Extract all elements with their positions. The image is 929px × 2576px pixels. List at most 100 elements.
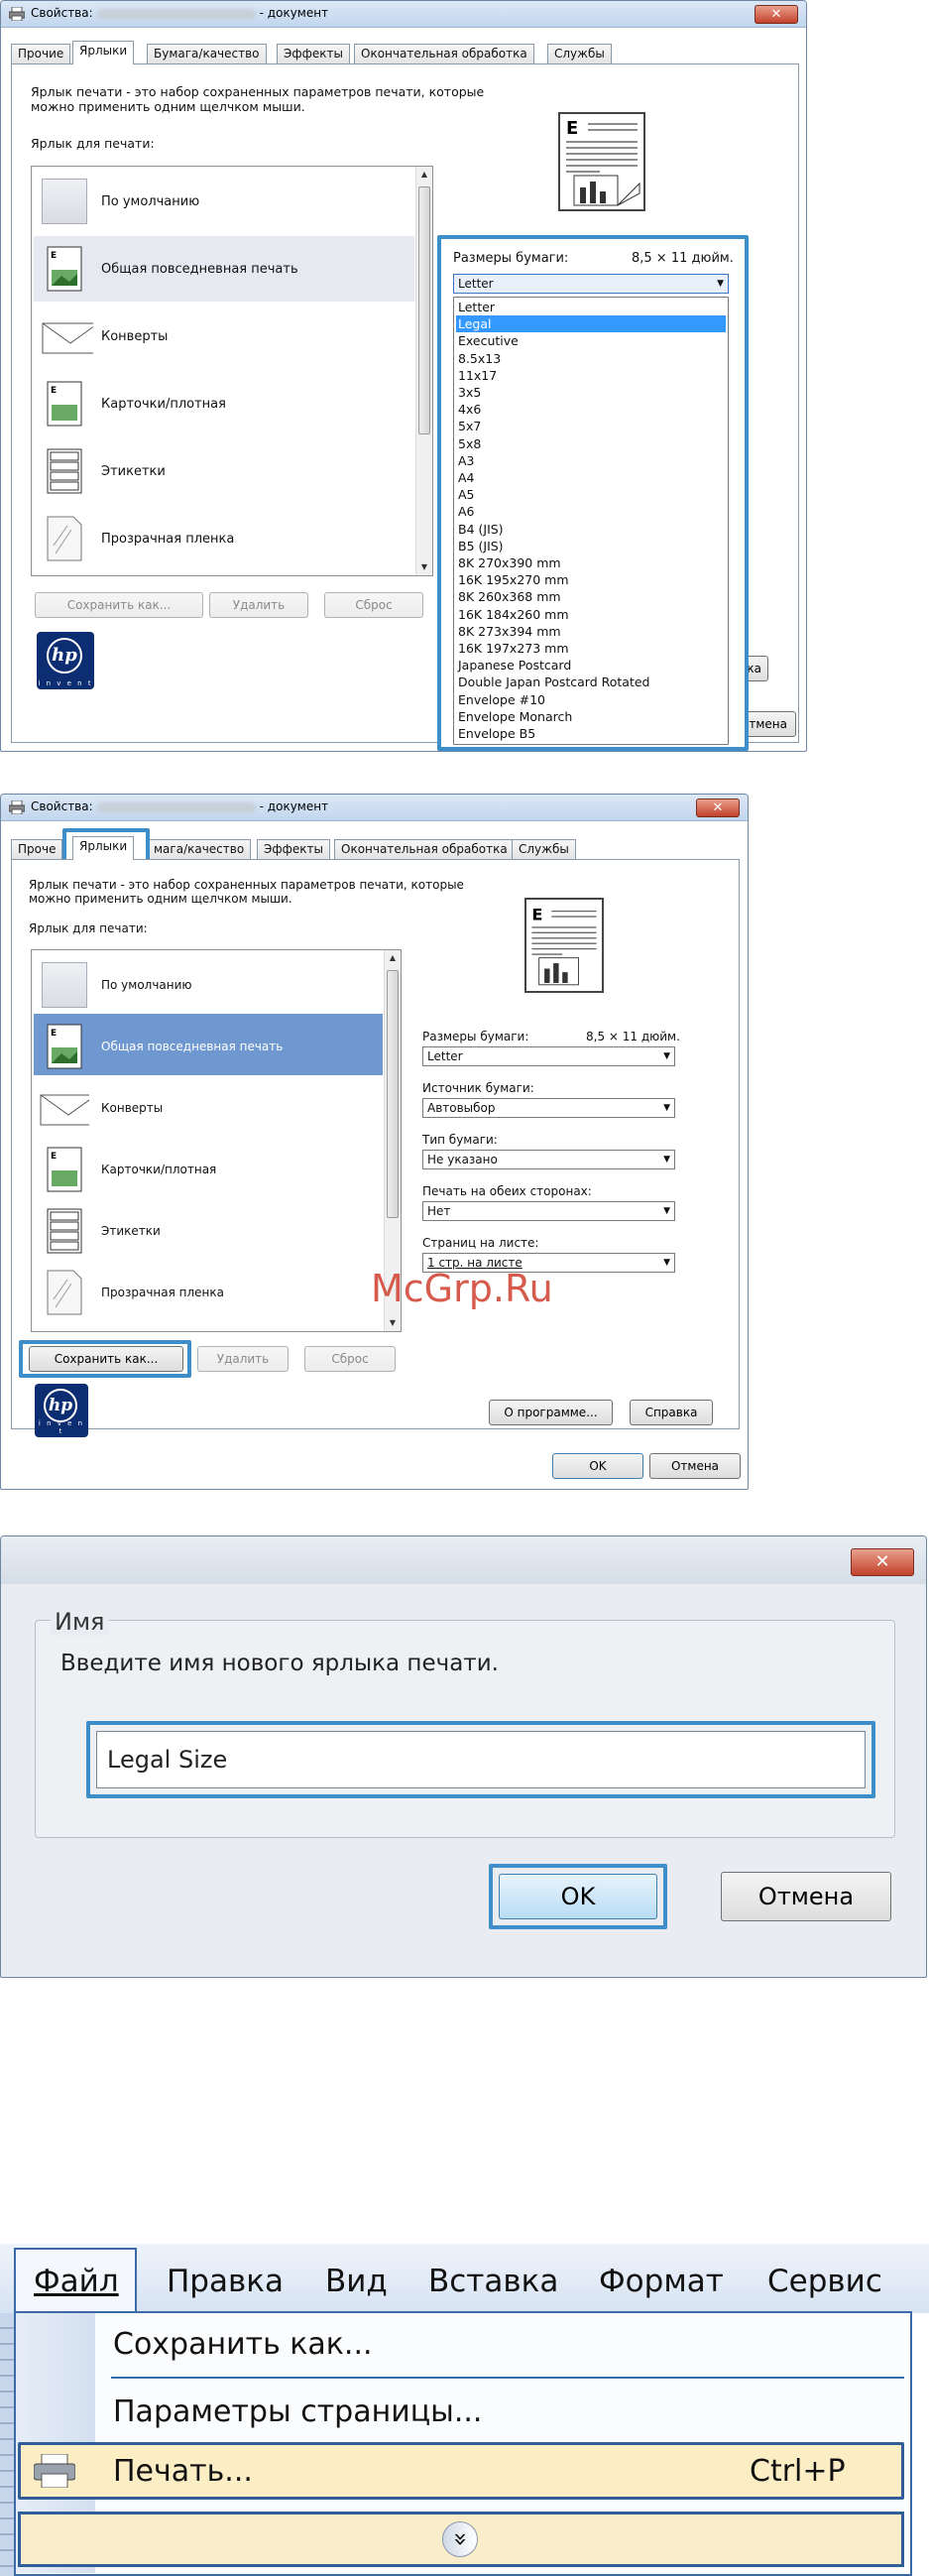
list-item[interactable]: Этикетки bbox=[34, 1198, 383, 1260]
paper-option[interactable]: Letter bbox=[456, 299, 726, 315]
dialog-title-bar bbox=[1, 1536, 926, 1584]
tab-other[interactable]: Прочие bbox=[11, 44, 71, 63]
tab-shortcuts[interactable]: Ярлыки bbox=[72, 41, 135, 64]
paper-option[interactable]: 8.5x13 bbox=[456, 350, 726, 367]
paper-option[interactable]: 8K 260x368 mm bbox=[456, 588, 726, 605]
menu-tools[interactable]: Сервис bbox=[767, 2264, 882, 2299]
menu-view[interactable]: Вид bbox=[325, 2264, 388, 2299]
scroll-down-icon[interactable]: ▼ bbox=[416, 559, 432, 575]
paper-option[interactable]: 8K 273x394 mm bbox=[456, 623, 726, 640]
expand-icon[interactable]: » bbox=[442, 2521, 478, 2557]
scroll-thumb[interactable] bbox=[387, 970, 399, 1218]
scroll-down-icon[interactable]: ▼ bbox=[385, 1315, 401, 1331]
paper-type-dropdown[interactable]: Не указано ▼ bbox=[422, 1150, 675, 1169]
scroll-up-icon[interactable]: ▲ bbox=[385, 950, 401, 966]
paper-option[interactable]: Legal bbox=[456, 315, 726, 333]
hp-mark-icon: hp bbox=[47, 638, 82, 674]
paper-option[interactable]: 8K 270x390 mm bbox=[456, 554, 726, 571]
tab-paper-quality[interactable]: Бумага/качество bbox=[147, 44, 267, 63]
chevron-down-icon: ▼ bbox=[663, 1103, 670, 1113]
about-button[interactable]: О программе... bbox=[489, 1400, 613, 1425]
title-bar: Свойства: - документ ✕ bbox=[1, 795, 748, 821]
list-item[interactable]: Конверты bbox=[34, 1075, 383, 1137]
ok-button[interactable]: OK bbox=[552, 1453, 643, 1479]
list-item[interactable]: По умолчанию bbox=[34, 952, 383, 1014]
list-item[interactable]: E Карточки/плотная bbox=[34, 371, 414, 436]
paper-option[interactable]: Japanese Postcard bbox=[456, 657, 726, 674]
title-bar: Свойства: - документ ✕ bbox=[1, 1, 806, 28]
tab-other[interactable]: Проче bbox=[11, 839, 63, 859]
list-item[interactable]: E Общая повседневная печать bbox=[34, 236, 414, 302]
scrollbar[interactable]: ▲ ▼ bbox=[415, 167, 432, 575]
cancel-button[interactable]: Отмена bbox=[649, 1453, 741, 1479]
svg-text:E: E bbox=[51, 251, 57, 261]
tab-finishing[interactable]: Окончательная обработка bbox=[334, 839, 515, 859]
list-item[interactable]: Этикетки bbox=[34, 438, 414, 504]
list-item[interactable]: Прозрачная пленка bbox=[34, 1260, 383, 1321]
paper-option[interactable]: A5 bbox=[456, 486, 726, 503]
tab-effects[interactable]: Эффекты bbox=[257, 839, 330, 859]
tab-finishing[interactable]: Окончательная обработка bbox=[354, 44, 534, 63]
paper-option[interactable]: 4x6 bbox=[456, 401, 726, 418]
paper-option[interactable]: Double Japan Postcard Rotated bbox=[456, 674, 726, 690]
paper-option[interactable]: Executive bbox=[456, 332, 726, 349]
menu-insert[interactable]: Вставка bbox=[428, 2264, 558, 2299]
close-button[interactable]: ✕ bbox=[851, 1548, 914, 1576]
ok-button[interactable]: OK bbox=[499, 1874, 657, 1919]
reset-button[interactable]: Сброс bbox=[324, 592, 423, 618]
card-stock-icon: E bbox=[47, 381, 82, 427]
tab-effects[interactable]: Эффекты bbox=[277, 44, 350, 63]
paper-size-dropdown[interactable]: Letter ▼ bbox=[422, 1046, 675, 1066]
paper-option[interactable]: Envelope #10 bbox=[456, 691, 726, 708]
list-item[interactable]: E Карточки/плотная bbox=[34, 1137, 383, 1198]
paper-option[interactable]: Envelope B5 bbox=[456, 725, 726, 742]
name-input[interactable]: Legal Size bbox=[96, 1731, 866, 1788]
tab-shortcuts[interactable]: Ярлыки bbox=[72, 836, 135, 860]
chevron-down-icon: ▼ bbox=[663, 1206, 670, 1216]
shortcut-list[interactable]: По умолчанию E Общая повседневная печать … bbox=[31, 949, 402, 1332]
shortcut-list[interactable]: По умолчанию E Общая повседневная печать … bbox=[31, 166, 433, 576]
paper-option[interactable]: Envelope Monarch bbox=[456, 708, 726, 725]
tab-services[interactable]: Службы bbox=[512, 839, 576, 859]
watermark: McGrp.Ru bbox=[371, 1267, 553, 1310]
menu-item-page-setup[interactable]: Параметры страницы... bbox=[113, 2394, 482, 2430]
paper-option[interactable]: 16K 197x273 mm bbox=[456, 640, 726, 657]
reset-button[interactable]: Сброс bbox=[304, 1346, 396, 1372]
duplex-dropdown[interactable]: Нет ▼ bbox=[422, 1201, 675, 1221]
paper-option[interactable]: 16K 184x260 mm bbox=[456, 606, 726, 623]
menu-item-save-as[interactable]: Сохранить как... bbox=[113, 2327, 373, 2363]
list-item[interactable]: Конверты bbox=[34, 304, 414, 369]
paper-type-label: Тип бумаги: bbox=[422, 1133, 498, 1147]
save-as-button[interactable]: Сохранить как... bbox=[35, 592, 203, 618]
paper-option[interactable]: 5x7 bbox=[456, 418, 726, 434]
help-button[interactable]: Справка bbox=[630, 1400, 713, 1425]
paper-size-options[interactable]: Letter Legal Executive 8.5x13 11x17 3x5 4x6 5x7… bbox=[453, 297, 729, 745]
delete-button[interactable]: Удалить bbox=[197, 1346, 289, 1372]
menu-edit[interactable]: Правка bbox=[167, 2264, 284, 2299]
paper-option[interactable]: 5x8 bbox=[456, 435, 726, 452]
list-item[interactable]: Прозрачная пленка bbox=[34, 506, 414, 571]
scroll-up-icon[interactable]: ▲ bbox=[416, 167, 432, 183]
close-button[interactable]: ✕ bbox=[696, 798, 740, 817]
paper-option[interactable]: A6 bbox=[456, 503, 726, 520]
paper-option[interactable]: B5 (JIS) bbox=[456, 538, 726, 554]
paper-option[interactable]: 16K 195x270 mm bbox=[456, 571, 726, 588]
cancel-button[interactable]: Отмена bbox=[721, 1872, 891, 1921]
list-label: Ярлык для печати: bbox=[31, 136, 155, 151]
tab-services[interactable]: Службы bbox=[547, 44, 612, 63]
delete-button[interactable]: Удалить bbox=[209, 592, 308, 618]
menu-format[interactable]: Формат bbox=[599, 2264, 724, 2299]
paper-option[interactable]: 11x17 bbox=[456, 367, 726, 384]
paper-option[interactable]: A3 bbox=[456, 452, 726, 469]
list-item[interactable]: По умолчанию bbox=[34, 169, 414, 234]
list-label: Ярлык для печати: bbox=[29, 921, 148, 935]
close-button[interactable]: ✕ bbox=[755, 5, 798, 24]
paper-source-dropdown[interactable]: Автовыбор ▼ bbox=[422, 1098, 675, 1118]
scroll-thumb[interactable] bbox=[418, 186, 430, 434]
tab-paper-quality[interactable]: мага/качество bbox=[147, 839, 252, 859]
paper-size-dropdown[interactable]: Letter ▼ bbox=[453, 274, 729, 294]
paper-option[interactable]: B4 (JIS) bbox=[456, 521, 726, 538]
list-item[interactable]: E Общая повседневная печать bbox=[34, 1014, 383, 1075]
paper-option[interactable]: A4 bbox=[456, 469, 726, 486]
paper-option[interactable]: 3x5 bbox=[456, 384, 726, 401]
